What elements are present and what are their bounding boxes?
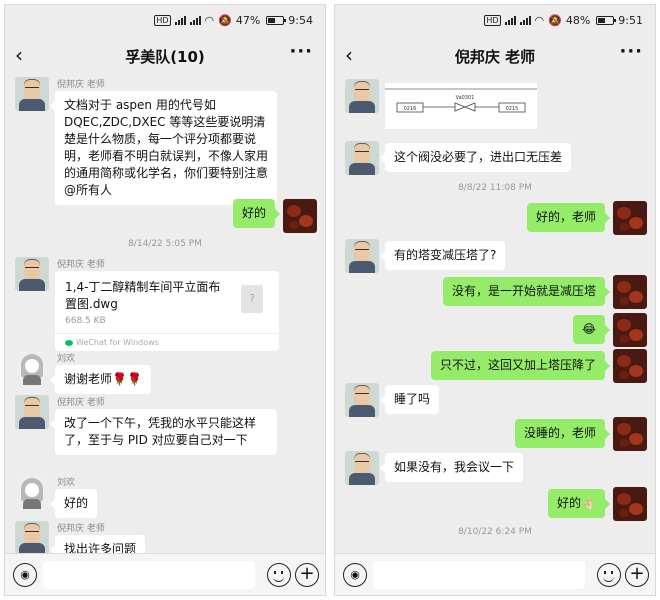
avatar[interactable] [283, 199, 317, 233]
chat-title: 孚美队(10) [125, 48, 205, 66]
left-chat-screen: HD ◠ 🔕 47% 9:54 ‹ 孚美队(10) ··· 倪邦庆 老师 文档对… [4, 4, 326, 596]
voice-icon[interactable]: ◉ [13, 563, 37, 587]
message-bubble[interactable]: 睡了吗 [379, 385, 440, 414]
avatar[interactable] [345, 239, 379, 273]
message-list[interactable]: 0216 Va0301 0215 这个阀没必要了，进出口无压差 8/8/22 1… [335, 75, 655, 553]
more-icon[interactable]: ··· [619, 41, 643, 62]
hd-icon: HD [484, 15, 501, 26]
mute-icon: 🔕 [218, 14, 232, 27]
message-bubble[interactable]: 好的 [49, 489, 98, 518]
mute-icon: 🔕 [548, 14, 562, 27]
battery-icon [266, 16, 287, 25]
message-input[interactable] [373, 561, 585, 589]
battery-percent: 47% [235, 14, 261, 27]
message-bubble[interactable]: 找出许多问题 [49, 535, 146, 553]
more-icon[interactable]: ··· [289, 41, 313, 62]
input-bar: ◉ + [335, 553, 655, 595]
signal-icon [189, 16, 201, 25]
avatar[interactable] [613, 313, 647, 347]
avatar[interactable] [613, 201, 647, 235]
timestamp: 8/10/22 6:24 PM [458, 527, 532, 537]
chat-title: 倪邦庆 老师 [454, 48, 536, 66]
message-bubble[interactable]: 😂 [572, 315, 611, 344]
avatar[interactable] [15, 521, 49, 553]
message-bubble[interactable]: 只不过，这回又加上塔压降了 [430, 351, 611, 380]
avatar[interactable] [345, 451, 379, 485]
emoji-icon[interactable] [597, 563, 621, 587]
battery-icon [596, 16, 617, 25]
plus-icon[interactable]: + [295, 563, 319, 587]
sender-name: 倪邦庆 老师 [57, 398, 105, 408]
message-bubble[interactable]: 这个阀没必要了，进出口无压差 [379, 143, 572, 172]
pid-diagram-image[interactable]: 0216 Va0301 0215 [385, 83, 537, 129]
avatar[interactable] [15, 77, 49, 111]
file-name: 1,4-丁二醇精制车间平立面布置图.dwg [65, 280, 221, 311]
file-source-label: WeChat for Windows [76, 338, 159, 347]
valve-icon [454, 102, 467, 112]
battery-percent: 48% [565, 14, 591, 27]
message-bubble[interactable]: 好的👌🏻 [548, 489, 610, 518]
right-chat-screen: HD ◠ 🔕 48% 9:51 ‹ 倪邦庆 老师 ··· 0216 Va0301… [334, 4, 656, 596]
message-bubble[interactable]: 好的 [232, 199, 281, 228]
avatar[interactable] [613, 417, 647, 451]
message-bubble[interactable]: 改了一个下午，凭我的水平只能这样了，至于与 PID 对应要自己对一下 [50, 409, 277, 455]
plus-icon[interactable]: + [625, 563, 649, 587]
avatar[interactable] [15, 475, 49, 509]
message-list[interactable]: 倪邦庆 老师 文档对于 aspen 用的代号如DQEC,ZDC,DXEC 等等这… [5, 75, 325, 553]
wifi-icon: ◠ [204, 14, 215, 27]
avatar[interactable] [15, 395, 49, 429]
avatar[interactable] [345, 141, 379, 175]
avatar[interactable] [345, 79, 379, 113]
back-icon[interactable]: ‹ [345, 43, 353, 67]
avatar[interactable] [345, 383, 379, 417]
message-bubble[interactable]: 文档对于 aspen 用的代号如DQEC,ZDC,DXEC 等等这些要说明清楚是… [50, 91, 277, 205]
signal-icon [174, 16, 186, 25]
message-bubble[interactable]: 好的，老师 [526, 203, 611, 232]
signal-icon [519, 16, 531, 25]
sender-name: 倪邦庆 老师 [57, 524, 105, 534]
wechat-icon [65, 339, 73, 346]
wifi-icon: ◠ [534, 14, 545, 27]
sender-name: 倪邦庆 老师 [57, 260, 105, 270]
avatar[interactable] [613, 487, 647, 521]
sender-name: 刘欢 [57, 354, 76, 364]
message-bubble[interactable]: 谢谢老师🌹🌹 [50, 365, 151, 394]
emoji-icon[interactable] [267, 563, 291, 587]
message-bubble[interactable]: 如果没有，我会议一下 [379, 453, 524, 482]
hd-icon: HD [154, 15, 171, 26]
status-bar: HD ◠ 🔕 48% 9:51 [335, 5, 655, 35]
input-bar: ◉ + [5, 553, 325, 595]
clock: 9:54 [288, 14, 313, 27]
sender-name: 倪邦庆 老师 [57, 80, 105, 90]
status-bar: HD ◠ 🔕 47% 9:54 [5, 5, 325, 35]
chat-header: ‹ 孚美队(10) ··· [5, 37, 325, 75]
avatar[interactable] [15, 257, 49, 291]
back-icon[interactable]: ‹ [15, 43, 23, 67]
pid-diagram: 0216 Va0301 0215 [385, 88, 537, 113]
clock: 9:51 [618, 14, 643, 27]
file-card[interactable]: 1,4-丁二醇精制车间平立面布置图.dwg 668.5 KB ? WeChat … [55, 271, 279, 351]
message-bubble[interactable]: 没睡的，老师 [514, 419, 611, 448]
file-size: 668.5 KB [65, 316, 106, 326]
message-bubble[interactable]: 没有，是一开始就是减压塔 [442, 277, 611, 306]
message-bubble[interactable]: 有的塔变减压塔了? [379, 241, 506, 270]
timestamp: 8/8/22 11:08 PM [458, 183, 532, 193]
valve-icon [463, 102, 476, 112]
timestamp: 8/14/22 5:05 PM [128, 239, 202, 249]
valve-tag: Va0301 [456, 95, 475, 101]
avatar[interactable] [15, 351, 49, 385]
avatar[interactable] [613, 275, 647, 309]
signal-icon [504, 16, 516, 25]
tag-left: 0216 [404, 106, 417, 112]
file-icon: ? [241, 285, 263, 313]
battery-fill [598, 18, 606, 23]
chat-header: ‹ 倪邦庆 老师 ··· [335, 37, 655, 75]
sender-name: 刘欢 [57, 478, 76, 488]
avatar[interactable] [613, 349, 647, 383]
battery-fill [268, 18, 275, 23]
file-source: WeChat for Windows [55, 333, 279, 351]
voice-icon[interactable]: ◉ [343, 563, 367, 587]
tag-right: 0215 [506, 106, 519, 112]
message-input[interactable] [43, 561, 255, 589]
